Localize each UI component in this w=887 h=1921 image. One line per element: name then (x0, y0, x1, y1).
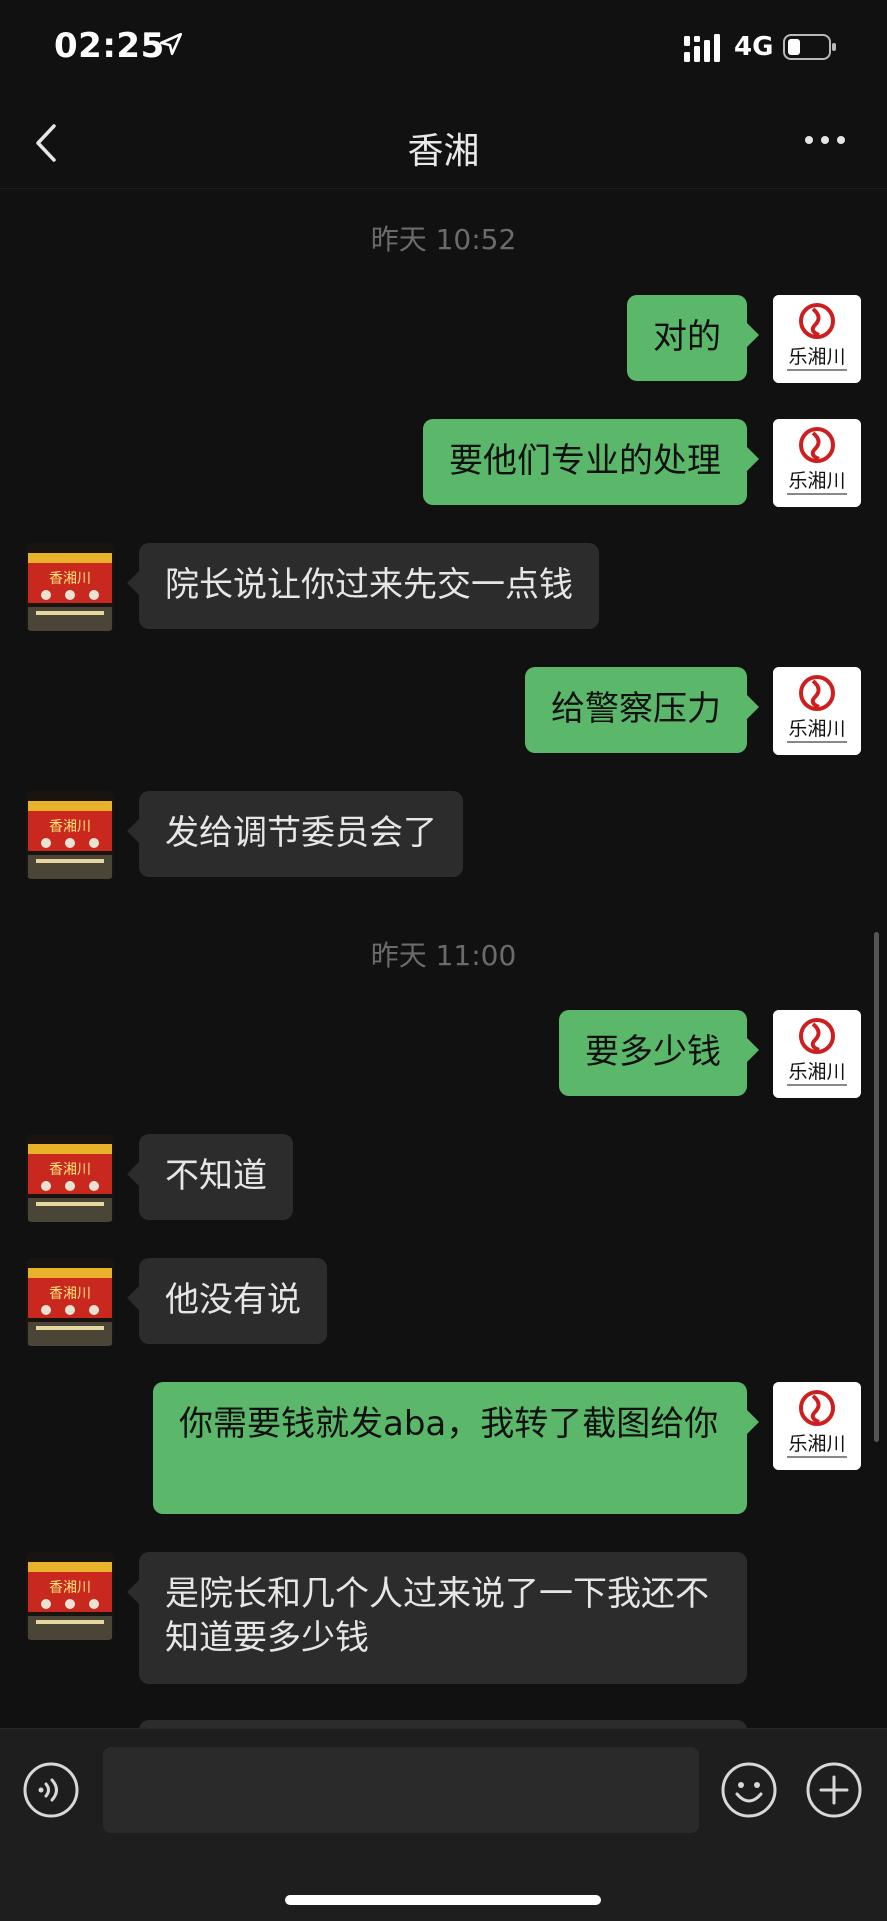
message-timestamp: 昨天 11:00 (370, 939, 517, 972)
more-dots-icon[interactable] (803, 130, 847, 150)
logo-avatar-icon: 乐湘川 (773, 1382, 861, 1470)
restaurant-sign-icon: 香湘川 (26, 1552, 114, 1640)
message-bubble-received[interactable]: 他没有说 (127, 1258, 327, 1344)
message-timestamp: 昨天 10:52 (370, 223, 517, 256)
logo-avatar-icon: 乐湘川 (773, 295, 861, 383)
avatar[interactable]: 乐湘川 (773, 1010, 861, 1098)
input-bar (0, 1728, 887, 1921)
restaurant-sign-icon: 香湘川 (26, 543, 114, 631)
avatar-logo-text: 乐湘川 (788, 470, 845, 492)
avatar[interactable]: 香湘川 (26, 1258, 114, 1346)
voice-icon[interactable] (22, 1761, 80, 1819)
home-indicator[interactable] (285, 1895, 601, 1905)
message-bubble-sent[interactable]: 要多少钱 (559, 1010, 759, 1096)
avatar-logo-text: 乐湘川 (788, 718, 845, 740)
battery-icon (783, 34, 836, 60)
message-bubble-received[interactable]: 不知道 (127, 1134, 293, 1220)
avatar-sign-text: 香湘川 (49, 1580, 91, 1596)
message-bubble-received[interactable]: 院长说让你过来先交一点钱 (127, 543, 599, 629)
avatar-logo-text: 乐湘川 (788, 1433, 845, 1455)
avatar-logo-text: 乐湘川 (788, 346, 845, 368)
chat-header: 香湘 (0, 100, 887, 189)
signal-icon (684, 34, 720, 62)
avatar[interactable]: 香湘川 (26, 1552, 114, 1640)
message-bubble-sent[interactable]: 对的 (627, 295, 759, 381)
avatar[interactable]: 乐湘川 (773, 419, 861, 507)
emoji-icon[interactable] (720, 1761, 778, 1819)
status-time: 02:25 (54, 26, 165, 66)
avatar[interactable]: 乐湘川 (773, 1382, 861, 1470)
avatar-sign-text: 香湘川 (49, 1286, 91, 1302)
avatar[interactable]: 香湘川 (26, 791, 114, 879)
message-bubble-received[interactable]: 发给调节委员会了 (127, 791, 463, 877)
chat-scrollbar[interactable] (874, 932, 879, 1442)
avatar-sign-text: 香湘川 (49, 819, 91, 835)
logo-avatar-icon: 乐湘川 (773, 667, 861, 755)
restaurant-sign-icon: 香湘川 (26, 1134, 114, 1222)
message-bubble-received[interactable]: 是院长和几个人过来说了一下我还不知道要多少钱 (127, 1552, 747, 1684)
logo-avatar-icon: 乐湘川 (773, 1010, 861, 1098)
plus-icon[interactable] (805, 1761, 863, 1819)
restaurant-sign-icon: 香湘川 (26, 1258, 114, 1346)
restaurant-sign-icon: 香湘川 (26, 791, 114, 879)
avatar-sign-text: 香湘川 (49, 571, 91, 587)
avatar-logo-text: 乐湘川 (788, 1061, 845, 1083)
network-label: 4G (734, 32, 774, 62)
logo-avatar-icon: 乐湘川 (773, 419, 861, 507)
status-bar: 02:25 4G (0, 0, 887, 100)
location-arrow-icon (159, 32, 183, 56)
avatar-sign-text: 香湘川 (49, 1162, 91, 1178)
message-input[interactable] (103, 1747, 699, 1833)
avatar[interactable]: 乐湘川 (773, 295, 861, 383)
avatar[interactable]: 香湘川 (26, 543, 114, 631)
avatar[interactable]: 香湘川 (26, 1134, 114, 1222)
message-bubble-sent[interactable]: 你需要钱就发aba，我转了截图给你 (153, 1382, 759, 1514)
message-bubble-sent[interactable]: 要他们专业的处理 (423, 419, 759, 505)
avatar[interactable]: 乐湘川 (773, 667, 861, 755)
message-bubble-sent[interactable]: 给警察压力 (525, 667, 759, 753)
chat-title: 香湘 (407, 131, 480, 172)
